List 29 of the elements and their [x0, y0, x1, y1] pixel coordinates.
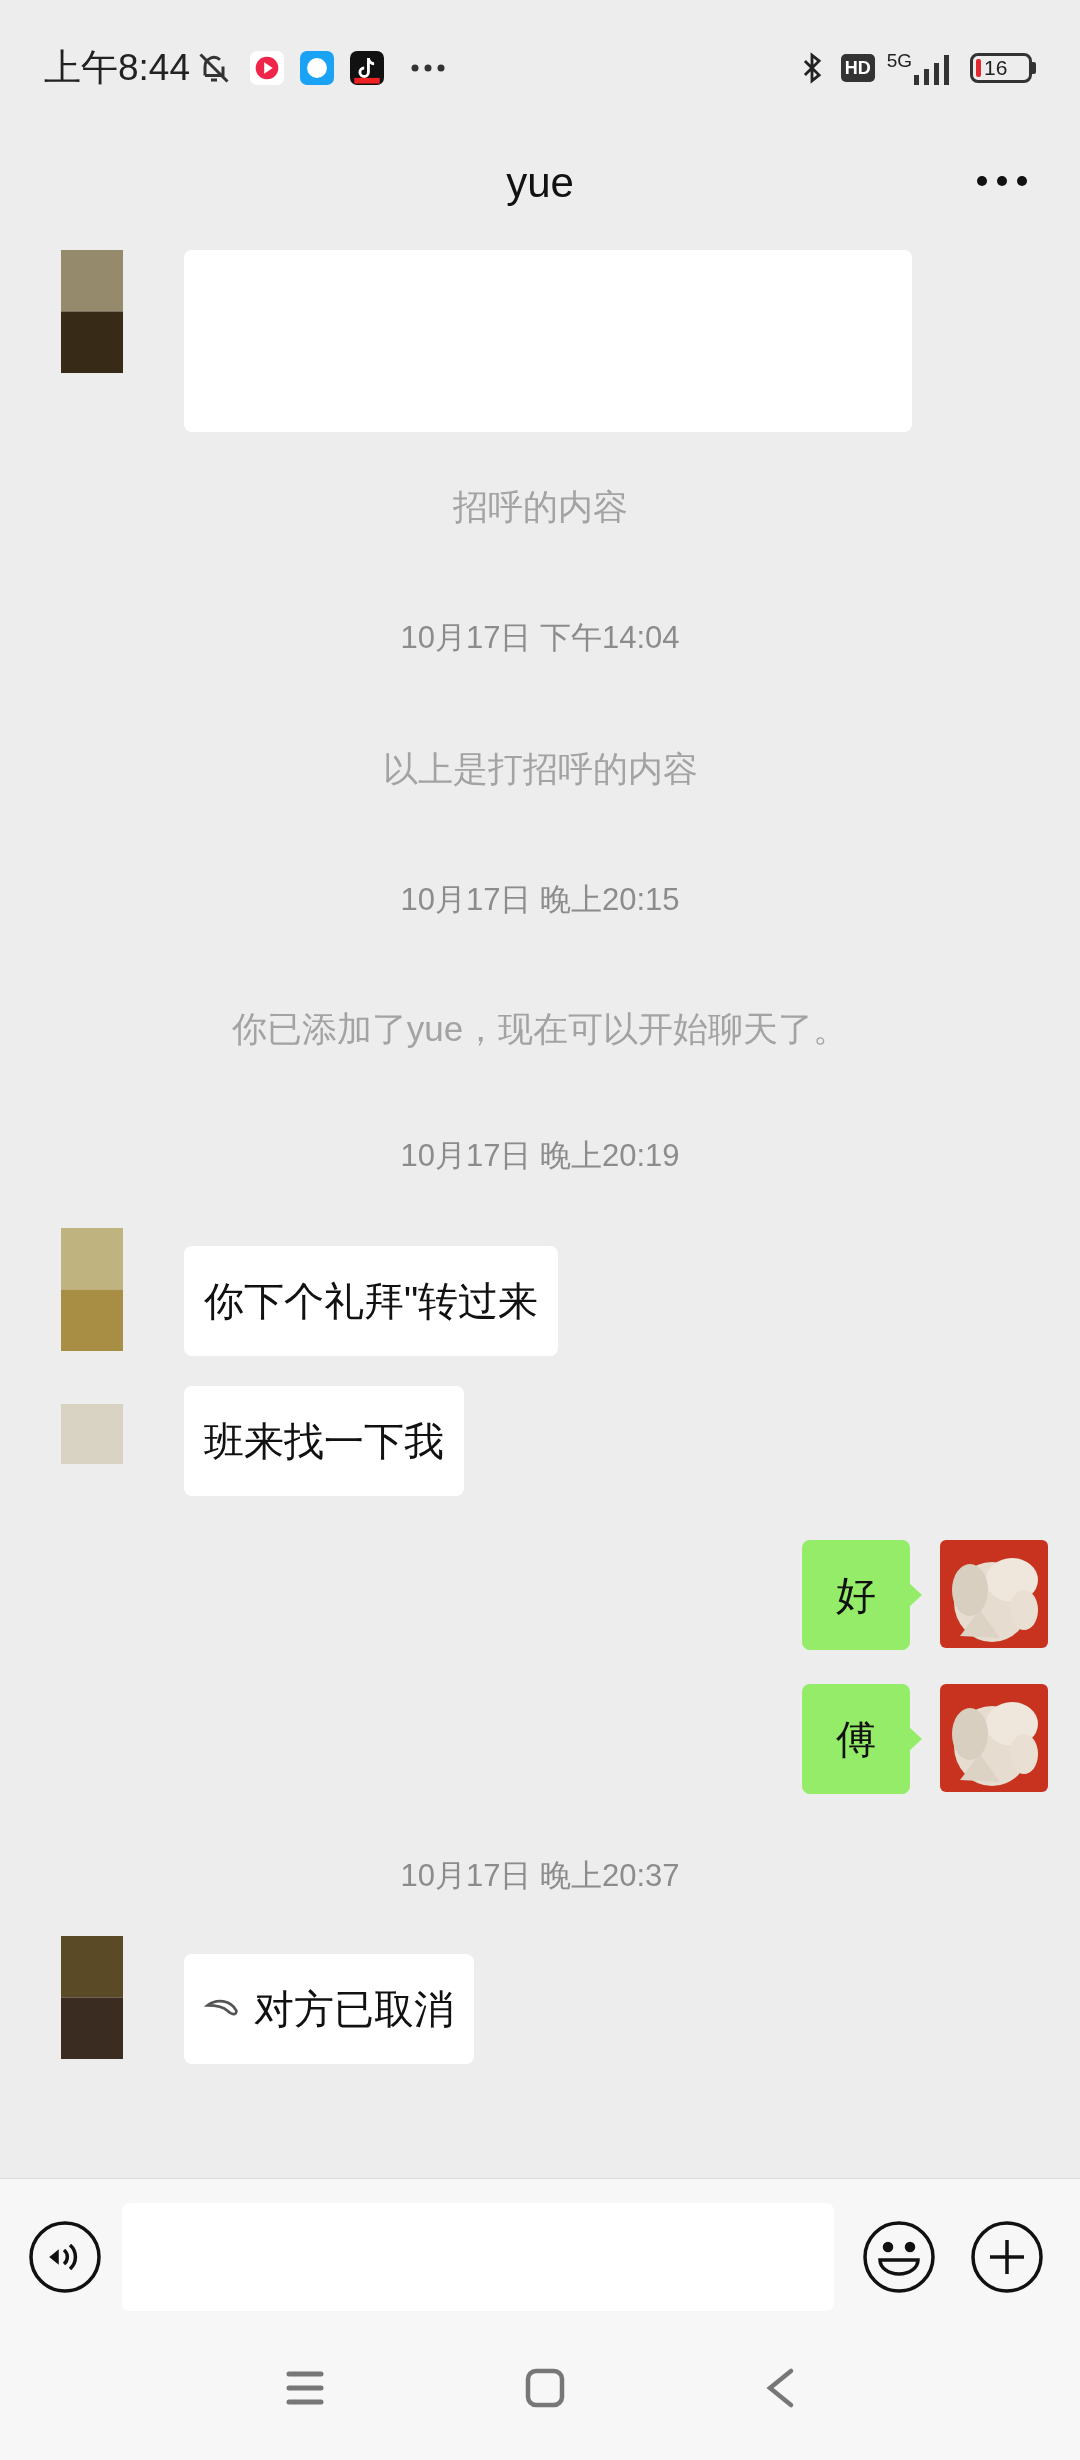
- system-notice: 招呼的内容: [452, 486, 628, 528]
- voice-icon[interactable]: [28, 2220, 102, 2294]
- chat-title: yue: [506, 158, 574, 208]
- timestamp: 10月17日 下午14:04: [400, 619, 680, 657]
- message-bubble: 班来找一下我: [184, 1386, 464, 1496]
- timestamp: 10月17日 晚上20:15: [400, 881, 680, 919]
- status-time: 上午8:44: [44, 45, 190, 90]
- back-icon[interactable]: [765, 2366, 795, 2409]
- message-text: 对方已取消: [254, 1986, 454, 2033]
- emoji-icon[interactable]: [862, 2220, 936, 2294]
- home-icon[interactable]: [525, 2367, 565, 2408]
- hd-badge: HD: [840, 53, 875, 82]
- system-notice: 你已添加了yue，现在可以开始聊天了。: [231, 1008, 849, 1050]
- plus-icon[interactable]: [970, 2220, 1044, 2294]
- system-notice: 以上是打招呼的内容: [382, 748, 698, 790]
- app-icon: [300, 50, 334, 85]
- timestamp: 10月17日 晚上20:19: [400, 1137, 680, 1175]
- bubble-tail: [909, 1583, 922, 1607]
- network-label: 5G: [886, 50, 912, 71]
- more-icon: [410, 62, 446, 73]
- menu-icon[interactable]: [285, 2369, 325, 2406]
- app-icon: [350, 50, 384, 85]
- bubble-tail: [909, 1727, 922, 1751]
- message-bubble: 傅: [802, 1684, 910, 1794]
- more-icon[interactable]: [976, 175, 1028, 187]
- timestamp: 10月17日 晚上20:37: [400, 1857, 680, 1895]
- message-bubble: 好: [802, 1540, 910, 1650]
- message-bubble: 你下个礼拜"转过来: [184, 1246, 559, 1356]
- app-icon: [250, 50, 284, 85]
